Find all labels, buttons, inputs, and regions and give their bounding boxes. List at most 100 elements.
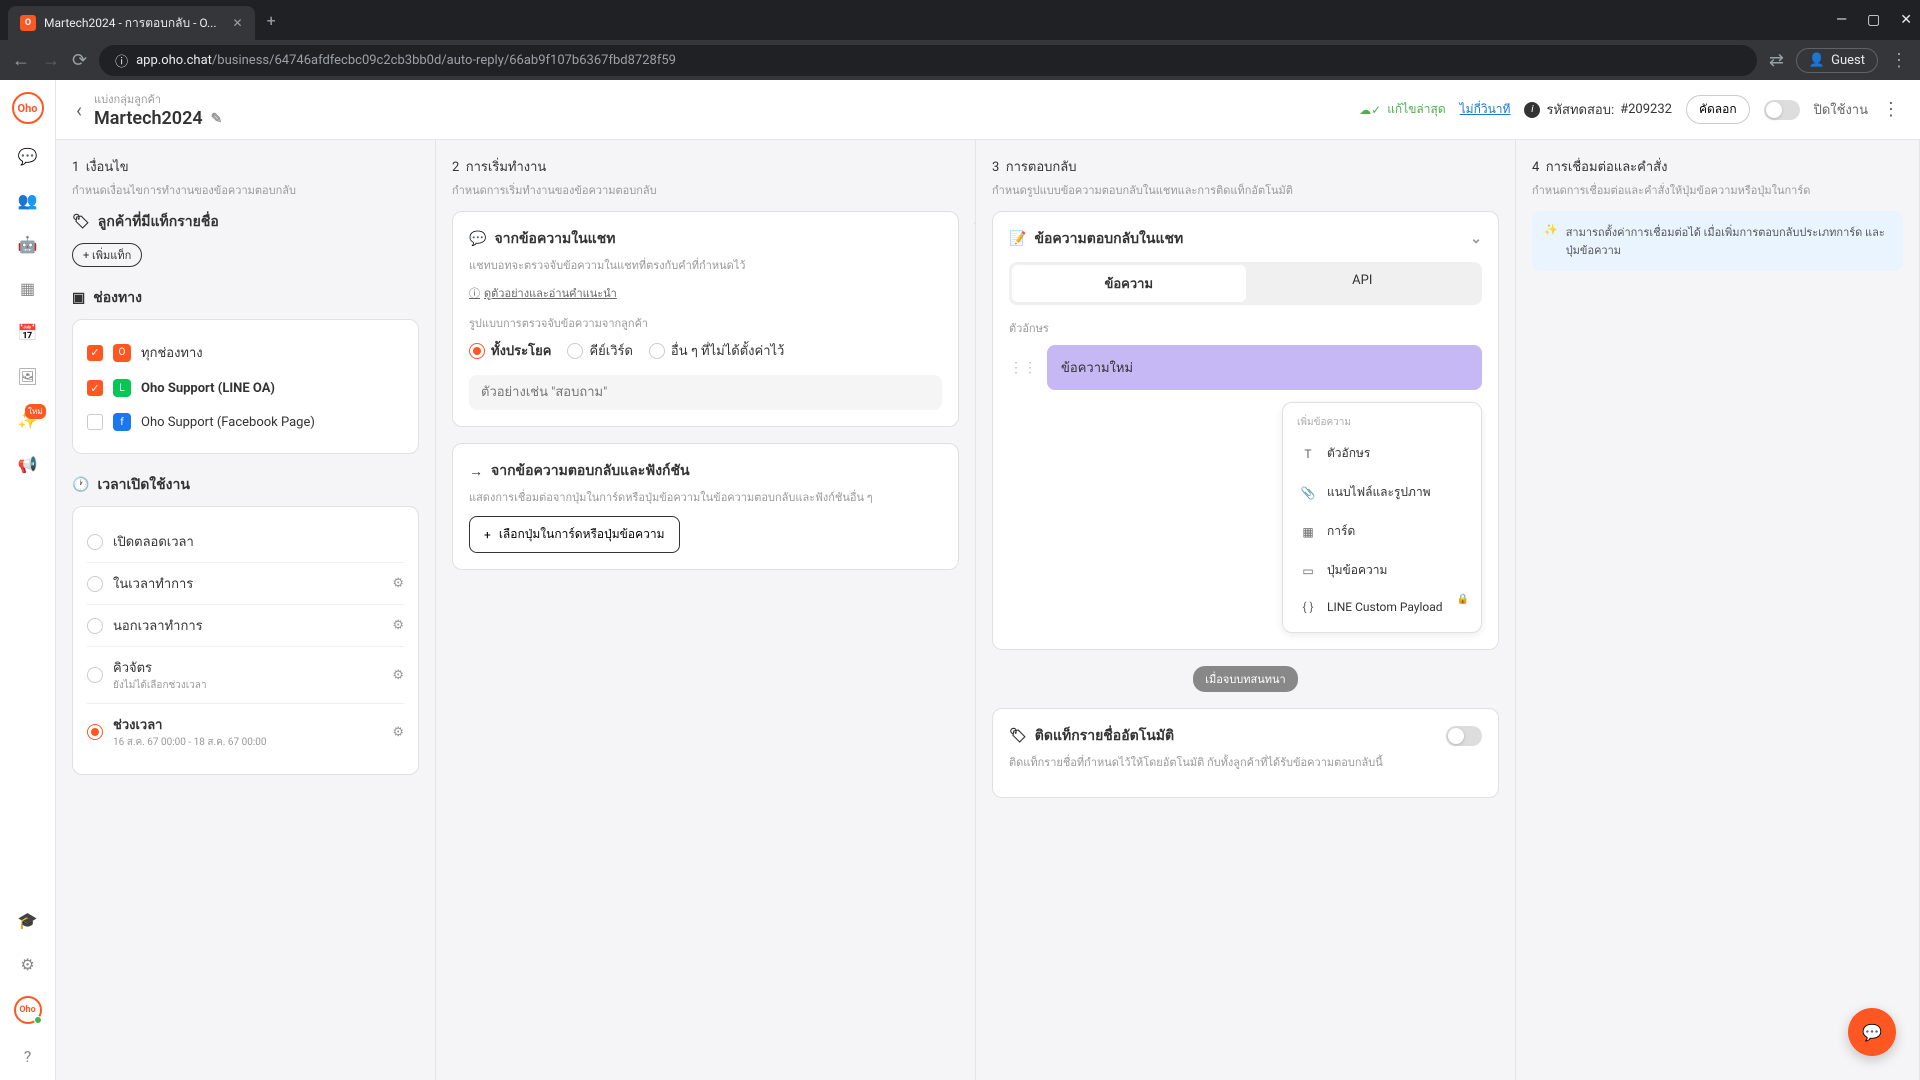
- radio-icon[interactable]: [87, 534, 103, 550]
- more-menu-icon[interactable]: ⋮: [1882, 99, 1900, 120]
- minimize-icon[interactable]: —: [1836, 12, 1847, 28]
- cloud-check-icon: ☁✓: [1359, 103, 1381, 117]
- browser-menu-icon[interactable]: ⋮: [1890, 50, 1908, 71]
- maximize-icon[interactable]: ▢: [1867, 12, 1880, 28]
- reply-tabs: ข้อความ API: [1009, 262, 1482, 305]
- channel-facebook[interactable]: f Oho Support (Facebook Page): [87, 405, 404, 439]
- reply-message-card: 📝 ข้อความตอบกลับในแชท ⌄ ข้อความ API ตัวอ…: [992, 211, 1499, 650]
- drag-handle-icon[interactable]: ⋮⋮: [1009, 360, 1037, 376]
- schedule-queue[interactable]: คิวจัตรยังไม่ได้เลือกช่วงเวลา ⚙: [87, 647, 404, 704]
- end-conversation-button[interactable]: เมื่อจบบทสนทนา: [1193, 666, 1297, 692]
- chevron-down-icon[interactable]: ⌄: [1470, 231, 1482, 247]
- browser-toolbar: ← → ⟳ ⓘ app.oho.chat/business/64746afdfe…: [0, 40, 1920, 80]
- add-attachment-option[interactable]: 📎แนบไฟล์และรูปภาพ: [1291, 473, 1473, 512]
- add-tag-button[interactable]: + เพิ่มแท็ก: [72, 243, 142, 267]
- back-button[interactable]: ‹: [76, 98, 82, 122]
- line-icon: L: [113, 379, 131, 397]
- app-logo[interactable]: Oho: [12, 92, 44, 124]
- arrow-right-icon: →: [971, 210, 976, 231]
- message-text-input[interactable]: ข้อความใหม่: [1047, 345, 1482, 390]
- window-controls: — ▢ ✕: [1836, 12, 1912, 28]
- media-icon[interactable]: 🖼: [16, 364, 40, 388]
- apps-icon[interactable]: ▦: [16, 276, 40, 300]
- checkbox-icon[interactable]: [87, 414, 103, 430]
- calendar-icon[interactable]: 📅: [16, 320, 40, 344]
- match-option-keyword[interactable]: คีย์เวิร์ด: [567, 340, 632, 361]
- choose-button-action[interactable]: +เลือกปุ่มในการ์ดหรือปุ่มข้อความ: [469, 516, 680, 553]
- schedule-custom[interactable]: ช่วงเวลา16 ส.ค. 67 00:00 - 18 ส.ค. 67 00…: [87, 704, 404, 760]
- reply-column: 3 การตอบกลับ กำหนดรูปแบบข้อความตอบกลับใน…: [976, 140, 1516, 1080]
- broadcast-icon[interactable]: 📢: [16, 452, 40, 476]
- radio-icon[interactable]: [567, 343, 583, 359]
- translate-icon[interactable]: ⇄: [1769, 50, 1784, 71]
- channel-line[interactable]: ✓ L Oho Support (LINE OA): [87, 371, 404, 405]
- browser-tab[interactable]: O Martech2024 - การตอบกลับ - O... ✕: [8, 6, 255, 40]
- copy-button[interactable]: คัดลอก: [1686, 95, 1750, 124]
- gear-icon[interactable]: ⚙: [392, 618, 404, 633]
- channels-icon: ▣: [72, 290, 85, 306]
- gear-icon[interactable]: ⚙: [392, 725, 404, 740]
- keyword-input[interactable]: [469, 375, 942, 410]
- gear-icon[interactable]: ⚙: [392, 576, 404, 591]
- add-message-menu: เพิ่มข้อความ Tตัวอักษร 📎แนบไฟล์และรูปภาพ…: [1282, 402, 1482, 633]
- checkbox-icon[interactable]: ✓: [87, 345, 103, 361]
- arrow-icon: →: [469, 463, 483, 480]
- schedule-after-hours[interactable]: นอกเวลาทำการ ⚙: [87, 605, 404, 647]
- save-time-link[interactable]: ไม่กี่วินาที: [1460, 100, 1511, 119]
- match-option-sentence[interactable]: ทั้งประโยค: [469, 340, 551, 361]
- close-window-icon[interactable]: ✕: [1900, 12, 1912, 28]
- save-status: ☁✓ แก้ไขล่าสุด: [1359, 100, 1446, 119]
- user-avatar[interactable]: Oho: [14, 996, 42, 1024]
- help-link[interactable]: ⓘดูตัวอย่างและอ่านคำแนะนำ: [469, 284, 942, 302]
- settings-icon[interactable]: ⚙: [16, 952, 40, 976]
- checkbox-icon[interactable]: ✓: [87, 380, 103, 396]
- radio-icon[interactable]: [649, 343, 665, 359]
- reload-icon[interactable]: ⟳: [72, 50, 87, 71]
- new-badge: ใหม่: [25, 404, 45, 419]
- learn-icon[interactable]: 🎓: [16, 908, 40, 932]
- tab-title: Martech2024 - การตอบกลับ - O...: [44, 14, 217, 33]
- add-card-option[interactable]: ▦การ์ด: [1291, 512, 1473, 551]
- add-text-option[interactable]: Tตัวอักษร: [1291, 434, 1473, 473]
- edit-icon[interactable]: ✎: [211, 111, 223, 127]
- radio-icon[interactable]: [87, 724, 103, 740]
- chat-icon[interactable]: 💬: [16, 144, 40, 168]
- tab-api[interactable]: API: [1246, 265, 1480, 302]
- toggle-label: ปิดใช้งาน: [1814, 99, 1868, 120]
- match-option-other[interactable]: อื่น ๆ ที่ไม่ได้ตั้งค่าไว้: [649, 340, 784, 361]
- contacts-icon[interactable]: 👥: [16, 188, 40, 212]
- site-info-icon[interactable]: ⓘ: [115, 51, 128, 70]
- forward-icon[interactable]: →: [42, 50, 60, 71]
- url-path: /business/64746afdfecbc09c2cb3bb0d/auto-…: [212, 53, 676, 68]
- back-icon[interactable]: ←: [12, 50, 30, 71]
- chat-trigger-card: 💬จากข้อความในแชท แชทบอทจะตรวจจับข้อความใ…: [452, 211, 959, 427]
- new-tab-button[interactable]: +: [267, 11, 276, 30]
- auto-tag-card: 🏷ติดแท็กรายชื่ออัตโนมัติ ติดแท็กรายชื่อท…: [992, 708, 1499, 798]
- radio-icon[interactable]: [469, 343, 485, 359]
- schedule-business-hours[interactable]: ในเวลาทำการ ⚙: [87, 563, 404, 605]
- channel-all[interactable]: ✓ O ทุกช่องทาง: [87, 334, 404, 371]
- add-button-option[interactable]: ▭ปุ่มข้อความ: [1291, 551, 1473, 590]
- schedule-always[interactable]: เปิดตลอดเวลา: [87, 521, 404, 563]
- tab-close-icon[interactable]: ✕: [233, 16, 243, 30]
- guest-profile-button[interactable]: 👤 Guest: [1796, 48, 1878, 73]
- info-icon[interactable]: i: [1524, 102, 1540, 118]
- sparkle-icon[interactable]: ✨ใหม่: [16, 408, 40, 432]
- card-icon: ▦: [1299, 525, 1317, 539]
- auto-tag-toggle[interactable]: [1446, 726, 1482, 746]
- bot-icon[interactable]: 🤖: [16, 232, 40, 256]
- tab-message[interactable]: ข้อความ: [1012, 265, 1246, 302]
- gear-icon[interactable]: ⚙: [392, 668, 404, 683]
- add-line-payload-option[interactable]: { }LINE Custom Payload🔒: [1291, 590, 1473, 624]
- conditions-column: 1 เงื่อนไข กำหนดเงื่อนไขการทำงานของข้อคว…: [56, 140, 436, 1080]
- radio-icon[interactable]: [87, 667, 103, 683]
- support-chat-fab[interactable]: 💬: [1848, 1008, 1896, 1056]
- radio-icon[interactable]: [87, 618, 103, 634]
- help-circle-icon: ⓘ: [469, 285, 480, 301]
- online-indicator: [34, 1016, 42, 1024]
- address-bar[interactable]: ⓘ app.oho.chat/business/64746afdfecbc09c…: [99, 45, 1757, 76]
- radio-icon[interactable]: [87, 576, 103, 592]
- help-icon[interactable]: ?: [16, 1044, 40, 1068]
- enable-toggle[interactable]: [1764, 100, 1800, 120]
- attachment-icon: 📎: [1299, 486, 1317, 500]
